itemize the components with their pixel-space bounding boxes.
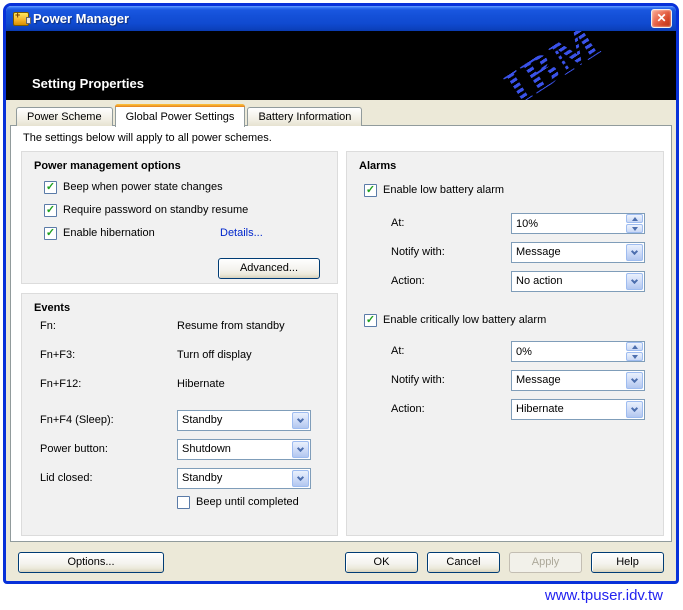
cancel-button[interactable]: Cancel: [427, 552, 500, 573]
tab-strip: Power Scheme Global Power Settings Batte…: [16, 103, 364, 126]
alarms-group: Alarms ✓ Enable low battery alarm At: 10…: [346, 151, 664, 536]
action-label: Action:: [391, 271, 425, 292]
close-button[interactable]: ✕: [651, 9, 672, 28]
checkbox-label: Require password on standby resume: [63, 204, 248, 216]
notify-with-label: Notify with:: [391, 370, 445, 391]
page-title: Setting Properties: [32, 76, 144, 91]
group-title: Events: [34, 302, 70, 314]
check-icon: ✓: [46, 182, 55, 193]
spinner-buttons: [626, 214, 643, 233]
help-button[interactable]: Help: [591, 552, 664, 573]
apply-button[interactable]: Apply: [509, 552, 582, 573]
chevron-down-icon[interactable]: [626, 273, 643, 290]
events-group: Events Fn: Resume from standby Fn+F3: Tu…: [21, 293, 338, 536]
tab-battery-information[interactable]: Battery Information: [247, 107, 362, 126]
checkbox-label: Enable low battery alarm: [383, 184, 504, 196]
checkbox-label: Beep when power state changes: [63, 181, 223, 193]
checkbox-enable-hibernation[interactable]: ✓ Enable hibernation: [44, 225, 155, 241]
check-icon: ✓: [46, 205, 55, 216]
group-title: Power management options: [34, 160, 181, 172]
event-label: Fn:: [40, 316, 56, 337]
at-label: At:: [391, 213, 404, 234]
tab-power-scheme[interactable]: Power Scheme: [16, 107, 113, 126]
combo-value: Message: [512, 243, 625, 262]
power-manager-window: Power Manager ✕ Setting Properties IBM P…: [3, 3, 679, 584]
low-alarm-action-select[interactable]: No action: [511, 271, 645, 292]
event-label: Fn+F12:: [40, 374, 81, 395]
chevron-down-icon[interactable]: [626, 401, 643, 418]
checkbox-box[interactable]: ✓: [44, 181, 57, 194]
power-manager-icon: [13, 12, 29, 26]
spinner-buttons: [626, 342, 643, 361]
critical-alarm-at-spinner[interactable]: 0%: [511, 341, 645, 362]
event-value: Hibernate: [177, 374, 225, 395]
checkbox-enable-critical-battery-alarm[interactable]: ✓ Enable critically low battery alarm: [364, 312, 546, 328]
screenshot-root: Power Manager ✕ Setting Properties IBM P…: [0, 0, 683, 610]
checkbox-require-password[interactable]: ✓ Require password on standby resume: [44, 202, 248, 218]
checkbox-box[interactable]: ✓: [44, 204, 57, 217]
group-title: Alarms: [359, 160, 396, 172]
spinner-value: 10%: [512, 218, 625, 230]
check-icon: ✓: [366, 185, 375, 196]
fn-f4-sleep-select[interactable]: Standby: [177, 410, 311, 431]
title-bar[interactable]: Power Manager ✕: [6, 6, 676, 31]
lid-closed-select[interactable]: Standby: [177, 468, 311, 489]
critical-alarm-action-select[interactable]: Hibernate: [511, 399, 645, 420]
spinner-down-icon[interactable]: [626, 352, 643, 361]
event-value: Turn off display: [177, 345, 252, 366]
event-label: Fn+F4 (Sleep):: [40, 410, 114, 431]
event-label: Fn+F3:: [40, 345, 75, 366]
power-management-options-group: Power management options ✓ Beep when pow…: [21, 151, 338, 284]
event-label: Power button:: [40, 439, 108, 460]
ok-button[interactable]: OK: [345, 552, 418, 573]
intro-text: The settings below will apply to all pow…: [23, 132, 272, 144]
chevron-down-icon[interactable]: [292, 441, 309, 458]
watermark-text: www.tpuser.idv.tw: [545, 587, 663, 604]
combo-value: Hibernate: [512, 400, 625, 419]
at-label: At:: [391, 341, 404, 362]
check-icon: ✓: [46, 228, 55, 239]
spinner-up-icon[interactable]: [626, 342, 643, 351]
checkbox-label: Beep until completed: [196, 496, 299, 508]
combo-value: No action: [512, 272, 625, 291]
power-button-select[interactable]: Shutdown: [177, 439, 311, 460]
combo-value: Shutdown: [178, 440, 291, 459]
checkbox-enable-low-battery-alarm[interactable]: ✓ Enable low battery alarm: [364, 182, 504, 198]
ibm-logo: IBM: [495, 31, 610, 100]
action-label: Action:: [391, 399, 425, 420]
event-value: Resume from standby: [177, 316, 285, 337]
tab-global-power-settings[interactable]: Global Power Settings: [115, 104, 246, 127]
check-icon: ✓: [366, 315, 375, 326]
checkbox-box[interactable]: ✓: [44, 227, 57, 240]
advanced-button[interactable]: Advanced...: [218, 258, 320, 279]
spinner-down-icon[interactable]: [626, 224, 643, 233]
details-link[interactable]: Details...: [220, 227, 263, 239]
low-alarm-notify-select[interactable]: Message: [511, 242, 645, 263]
low-alarm-at-spinner[interactable]: 10%: [511, 213, 645, 234]
chevron-down-icon[interactable]: [292, 412, 309, 429]
chevron-down-icon[interactable]: [292, 470, 309, 487]
spinner-value: 0%: [512, 346, 625, 358]
notify-with-label: Notify with:: [391, 242, 445, 263]
tab-page: The settings below will apply to all pow…: [10, 125, 672, 542]
checkbox-beep-until-completed[interactable]: Beep until completed: [177, 494, 299, 510]
critical-alarm-notify-select[interactable]: Message: [511, 370, 645, 391]
window-title: Power Manager: [33, 11, 129, 26]
header-banner: Setting Properties IBM: [6, 31, 676, 100]
checkbox-label: Enable hibernation: [63, 227, 155, 239]
event-label: Lid closed:: [40, 468, 93, 489]
combo-value: Standby: [178, 411, 291, 430]
chevron-down-icon[interactable]: [626, 372, 643, 389]
checkbox-label: Enable critically low battery alarm: [383, 314, 546, 326]
spinner-up-icon[interactable]: [626, 214, 643, 223]
combo-value: Standby: [178, 469, 291, 488]
combo-value: Message: [512, 371, 625, 390]
checkbox-box[interactable]: ✓: [364, 184, 377, 197]
chevron-down-icon[interactable]: [626, 244, 643, 261]
checkbox-beep-power-state[interactable]: ✓ Beep when power state changes: [44, 179, 223, 195]
checkbox-box[interactable]: [177, 496, 190, 509]
checkbox-box[interactable]: ✓: [364, 314, 377, 327]
options-button[interactable]: Options...: [18, 552, 164, 573]
